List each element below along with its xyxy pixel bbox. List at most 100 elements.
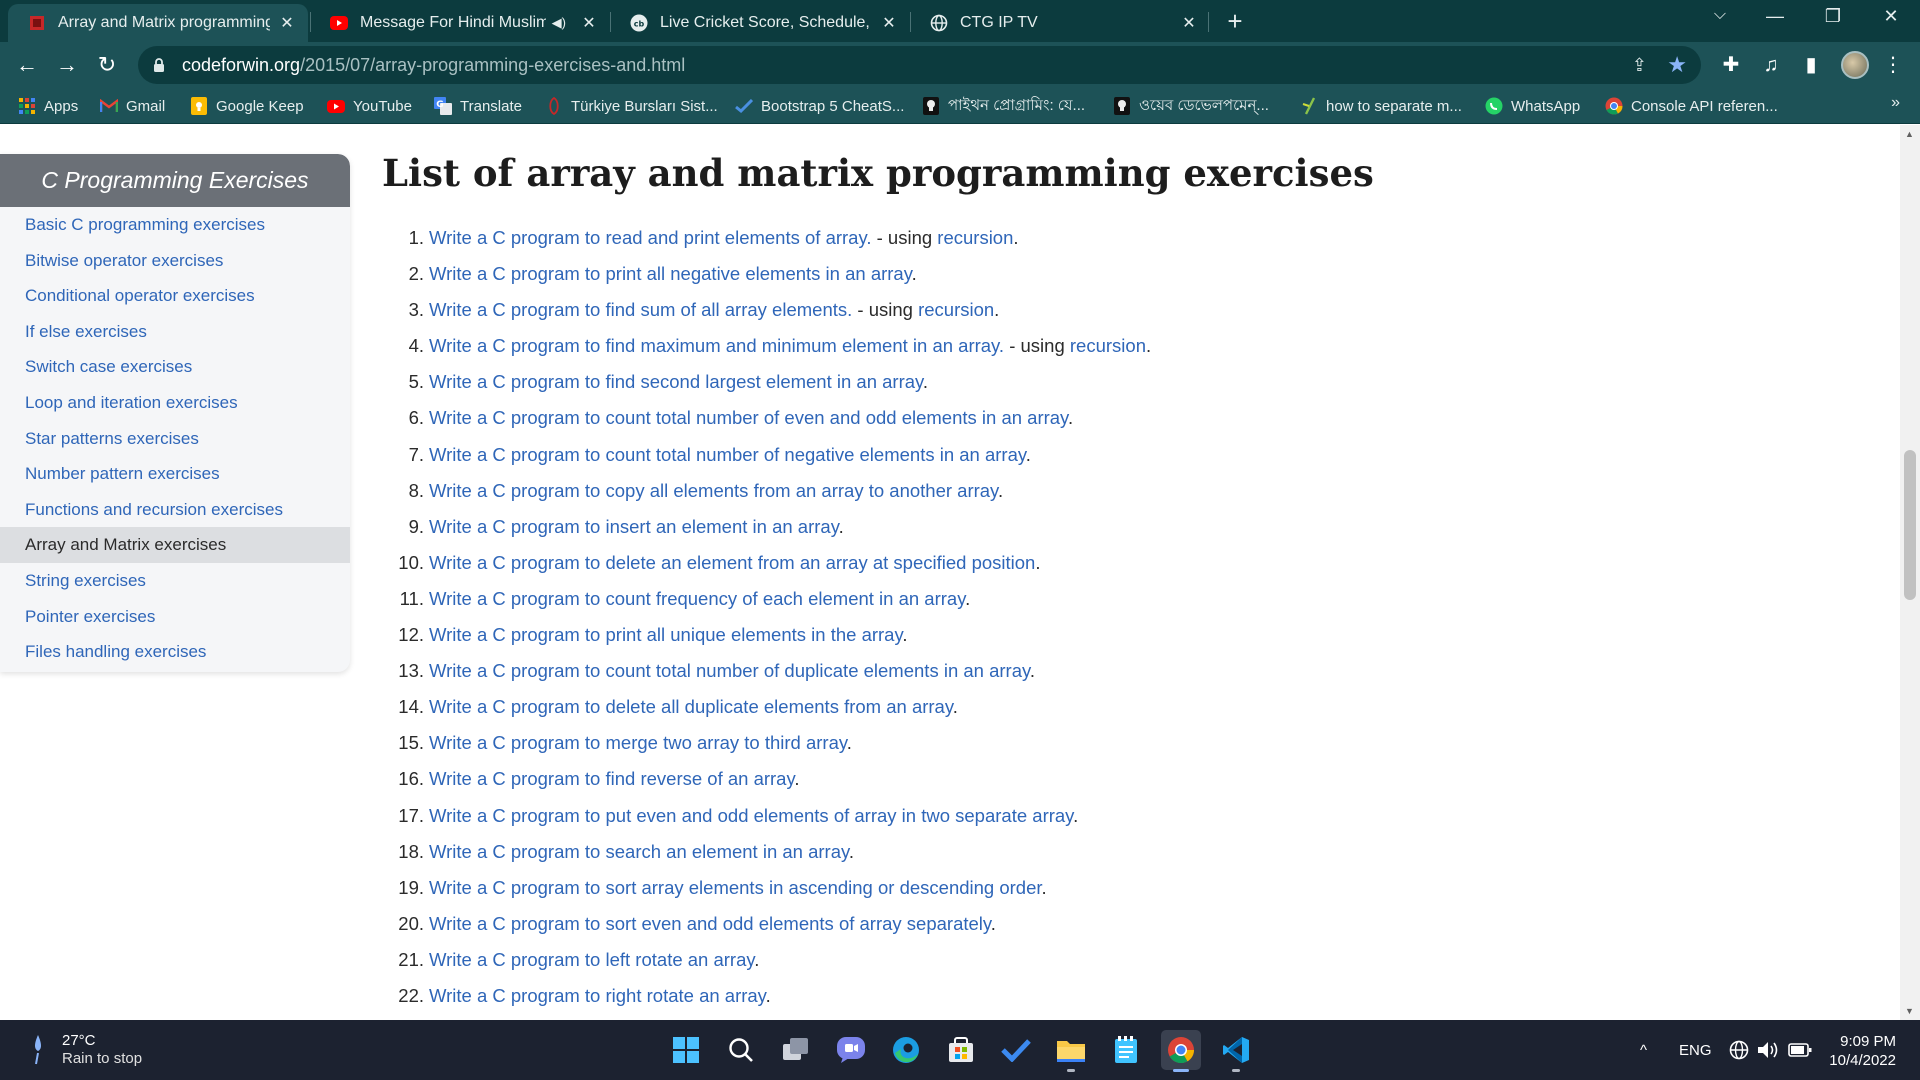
- battery-icon[interactable]: [1788, 1020, 1812, 1080]
- exercise-link[interactable]: Write a C program to delete an element f…: [429, 552, 1035, 573]
- sidebar-item[interactable]: Bitwise operator exercises: [0, 243, 350, 279]
- volume-icon[interactable]: [1757, 1020, 1779, 1080]
- exercise-link[interactable]: Write a C program to find second largest…: [429, 371, 923, 392]
- recursion-link[interactable]: recursion: [918, 299, 994, 320]
- chrome-icon[interactable]: [1161, 1030, 1201, 1072]
- exercise-link[interactable]: Write a C program to copy all elements f…: [429, 480, 998, 501]
- sidebar-item[interactable]: Number pattern exercises: [0, 456, 350, 492]
- tab-live-cricket[interactable]: cb Live Cricket Score, Schedule, Late ✕: [610, 4, 910, 42]
- edge-icon[interactable]: [886, 1030, 926, 1070]
- tab-ctg-ip-tv[interactable]: CTG IP TV ✕: [910, 4, 1210, 42]
- scroll-thumb[interactable]: [1904, 450, 1916, 600]
- media-control-icon[interactable]: ♫: [1758, 52, 1784, 78]
- search-icon[interactable]: [721, 1030, 761, 1070]
- minimize-button[interactable]: —: [1760, 6, 1790, 27]
- back-button[interactable]: ←: [12, 50, 42, 80]
- exercise-link[interactable]: Write a C program to right rotate an arr…: [429, 985, 766, 1006]
- forward-button[interactable]: →: [52, 50, 82, 80]
- task-view-icon[interactable]: [776, 1030, 816, 1070]
- sidebar-item[interactable]: Basic C programming exercises: [0, 207, 350, 243]
- bookmark-youtube[interactable]: YouTube: [327, 94, 412, 118]
- notepad-icon[interactable]: [1106, 1030, 1146, 1070]
- tray-overflow-chevron-icon[interactable]: ^: [1640, 1020, 1647, 1080]
- side-panel-icon[interactable]: ▮: [1798, 52, 1824, 78]
- audio-playing-icon[interactable]: ◀): [552, 15, 566, 31]
- exercise-link[interactable]: Write a C program to insert an element i…: [429, 516, 839, 537]
- sidebar-item[interactable]: Conditional operator exercises: [0, 278, 350, 314]
- sidebar-item[interactable]: Pointer exercises: [0, 599, 350, 635]
- sidebar-item[interactable]: Functions and recursion exercises: [0, 492, 350, 528]
- close-window-button[interactable]: ✕: [1876, 6, 1906, 27]
- exercise-link[interactable]: Write a C program to read and print elem…: [429, 227, 871, 248]
- language-indicator[interactable]: ENG: [1679, 1020, 1712, 1080]
- store-icon[interactable]: [941, 1030, 981, 1070]
- lock-icon[interactable]: [152, 57, 166, 73]
- tab-close-icon[interactable]: ✕: [880, 13, 898, 33]
- bookmark-web-dev-bn[interactable]: ওয়েব ডেভেলপমেন্...: [1113, 94, 1269, 118]
- tab-hindi-muslims[interactable]: Message For Hindi Muslims ◀) ✕: [310, 4, 610, 42]
- chat-icon[interactable]: [831, 1030, 871, 1070]
- bookmark-star-icon[interactable]: ★: [1667, 52, 1687, 78]
- system-clock[interactable]: 9:09 PM 10/4/2022: [1829, 1032, 1896, 1070]
- exercise-link[interactable]: Write a C program to count total number …: [429, 660, 1030, 681]
- exercise-link[interactable]: Write a C program to find reverse of an …: [429, 768, 794, 789]
- reload-button[interactable]: ↻: [92, 50, 122, 80]
- file-explorer-icon[interactable]: [1051, 1030, 1091, 1072]
- tab-close-icon[interactable]: ✕: [278, 13, 296, 33]
- todo-icon[interactable]: [996, 1030, 1036, 1070]
- scroll-up-arrow-icon[interactable]: ▲: [1905, 129, 1914, 139]
- exercise-link[interactable]: Write a C program to count frequency of …: [429, 588, 965, 609]
- bookmark-turkiye-burslari[interactable]: Türkiye Bursları Sist...: [545, 94, 718, 118]
- bookmark-how-to-separate[interactable]: how to separate m...: [1300, 94, 1462, 118]
- bookmark-gmail[interactable]: Gmail: [100, 94, 165, 118]
- vscode-icon[interactable]: [1216, 1030, 1256, 1072]
- exercise-link[interactable]: Write a C program to sort even and odd e…: [429, 913, 991, 934]
- tab-array-matrix[interactable]: Array and Matrix programming e ✕: [8, 4, 308, 42]
- tab-close-icon[interactable]: ✕: [1180, 13, 1198, 33]
- exercise-link[interactable]: Write a C program to merge two array to …: [429, 732, 847, 753]
- exercise-link[interactable]: Write a C program to delete all duplicat…: [429, 696, 953, 717]
- bookmarks-overflow-button[interactable]: »: [1891, 94, 1900, 112]
- bookmark-python-bn[interactable]: পাইথন প্রোগ্রামিং: যে...: [922, 94, 1085, 118]
- new-tab-button[interactable]: +: [1220, 7, 1250, 35]
- exercise-link[interactable]: Write a C program to print all negative …: [429, 263, 912, 284]
- restore-button[interactable]: ❐: [1818, 6, 1848, 27]
- exercise-link[interactable]: Write a C program to put even and odd el…: [429, 805, 1073, 826]
- exercise-link[interactable]: Write a C program to sort array elements…: [429, 877, 1042, 898]
- recursion-link[interactable]: recursion: [937, 227, 1013, 248]
- sidebar-item[interactable]: Loop and iteration exercises: [0, 385, 350, 421]
- bookmark-bootstrap[interactable]: Bootstrap 5 CheatS...: [735, 94, 904, 118]
- sidebar-item[interactable]: Star patterns exercises: [0, 421, 350, 457]
- exercise-link[interactable]: Write a C program to search an element i…: [429, 841, 849, 862]
- share-icon[interactable]: ⇪: [1632, 55, 1647, 76]
- exercise-link[interactable]: Write a C program to count total number …: [429, 444, 1026, 465]
- recursion-link[interactable]: recursion: [1070, 335, 1146, 356]
- profile-avatar[interactable]: [1841, 51, 1869, 79]
- network-globe-icon[interactable]: [1729, 1020, 1749, 1080]
- scroll-down-arrow-icon[interactable]: ▼: [1905, 1006, 1914, 1016]
- apps-grid-icon: [18, 97, 36, 115]
- tab-close-icon[interactable]: ✕: [580, 13, 598, 33]
- tab-search-chevron-icon[interactable]: ⌵: [1705, 6, 1735, 24]
- bookmark-apps[interactable]: Apps: [18, 94, 78, 118]
- sidebar-item[interactable]: Files handling exercises: [0, 634, 350, 670]
- weather-widget[interactable]: 27°C Rain to stop: [28, 1032, 142, 1068]
- sidebar-item[interactable]: String exercises: [0, 563, 350, 599]
- exercise-link[interactable]: Write a C program to left rotate an arra…: [429, 949, 754, 970]
- page-scrollbar[interactable]: ▲ ▼: [1900, 125, 1920, 1020]
- exercise-link[interactable]: Write a C program to find sum of all arr…: [429, 299, 852, 320]
- sidebar-item[interactable]: Switch case exercises: [0, 349, 350, 385]
- windows-start-icon[interactable]: [666, 1030, 706, 1070]
- address-bar[interactable]: codeforwin.org/2015/07/array-programming…: [138, 46, 1701, 84]
- exercise-link[interactable]: Write a C program to print all unique el…: [429, 624, 902, 645]
- extensions-puzzle-icon[interactable]: ✚: [1718, 52, 1744, 78]
- bookmark-console-api[interactable]: Console API referen...: [1605, 94, 1778, 118]
- exercise-link[interactable]: Write a C program to find maximum and mi…: [429, 335, 1004, 356]
- menu-kebab-icon[interactable]: ⋮: [1880, 52, 1906, 78]
- sidebar-item[interactable]: If else exercises: [0, 314, 350, 350]
- bookmark-google-keep[interactable]: Google Keep: [190, 94, 304, 118]
- exercise-link[interactable]: Write a C program to count total number …: [429, 407, 1068, 428]
- bookmark-whatsapp[interactable]: WhatsApp: [1485, 94, 1580, 118]
- bookmark-translate[interactable]: G Translate: [434, 94, 522, 118]
- sidebar-item[interactable]: Array and Matrix exercises: [0, 527, 350, 563]
